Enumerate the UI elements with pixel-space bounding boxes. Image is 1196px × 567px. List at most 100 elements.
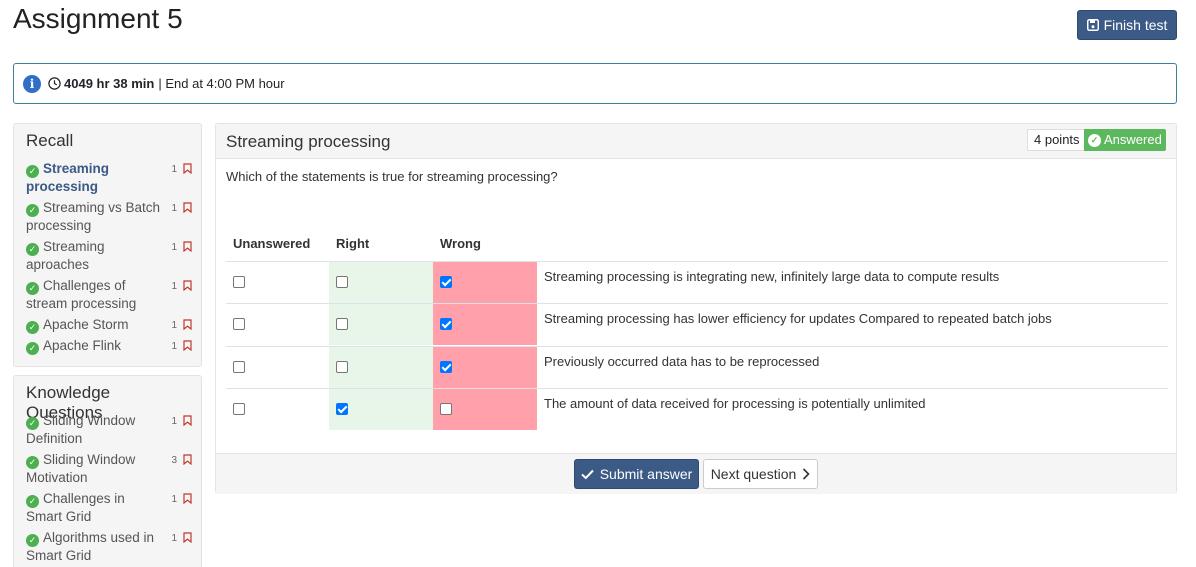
clock-icon	[48, 77, 61, 90]
check-circle-icon: ✓	[26, 203, 39, 217]
answer-row: Streaming processing has lower efficienc…	[226, 303, 1168, 345]
check-circle-icon: ✓	[26, 242, 39, 256]
answered-badge: ✓ Answered	[1084, 129, 1166, 151]
bookmark-icon[interactable]	[183, 319, 192, 330]
statement-text: The amount of data received for processi…	[544, 396, 926, 411]
question-footer: Submit answer Next question	[216, 453, 1176, 494]
unanswered-checkbox[interactable]	[233, 276, 245, 288]
right-checkbox[interactable]	[336, 276, 348, 288]
answer-row: Previously occurred data has to be repro…	[226, 346, 1168, 388]
check-circle-icon: ✓	[26, 320, 39, 334]
wrong-checkbox[interactable]	[440, 318, 452, 330]
checkmark-icon	[581, 469, 594, 479]
page-title: Assignment 5	[13, 3, 183, 34]
nav-item[interactable]: ✓ Apache Storm 1	[14, 316, 201, 334]
question-header: Streaming processing 4 points ✓ Answered	[216, 124, 1176, 159]
nav-item-label: Algorithms used in Smart Grid	[26, 530, 155, 563]
submit-answer-button[interactable]: Submit answer	[574, 459, 699, 489]
nav-item-label: Apache Storm	[43, 317, 129, 332]
check-circle-icon: ✓	[26, 341, 39, 355]
nav-item-label: Sliding Window Motivation	[26, 452, 136, 485]
answer-row: Streaming processing is integrating new,…	[226, 261, 1168, 303]
nav-item[interactable]: ✓ Streaming aproaches 1	[14, 238, 201, 274]
nav-item-count: 3	[171, 455, 177, 466]
nav-item[interactable]: ✓ Sliding Window Motivation 3	[14, 451, 201, 487]
finish-test-button[interactable]: Finish test	[1077, 10, 1177, 40]
nav-item[interactable]: ✓ Sliding Window Definition 1	[14, 412, 201, 448]
nav-item[interactable]: ✓ Apache Flink 1	[14, 337, 201, 355]
answered-label: Answered	[1104, 132, 1162, 147]
nav-item-count: 1	[171, 416, 177, 427]
check-circle-icon: ✓	[1088, 133, 1101, 147]
right-checkbox[interactable]	[336, 361, 348, 373]
points-badge: 4 points	[1027, 129, 1087, 151]
timer-bar: i 4049 hr 38 min | End at 4:00 PM hour	[13, 63, 1177, 104]
info-icon: i	[23, 74, 41, 93]
save-icon	[1086, 19, 1099, 31]
statement-text: Previously occurred data has to be repro…	[544, 354, 820, 369]
nav-item-count: 1	[171, 533, 177, 544]
nav-item-label: Challenges of stream processing	[26, 278, 137, 311]
check-circle-icon: ✓	[26, 416, 39, 430]
question-card: Streaming processing 4 points ✓ Answered…	[215, 123, 1177, 494]
right-checkbox[interactable]	[336, 403, 348, 415]
next-question-label: Next question	[710, 466, 797, 482]
column-wrong: Wrong	[440, 236, 481, 251]
nav-item-label: Streaming vs Batch processing	[26, 200, 161, 233]
nav-item[interactable]: ✓ Challenges of stream processing 1	[14, 277, 201, 313]
bookmark-icon[interactable]	[183, 532, 192, 543]
nav-item-count: 1	[171, 494, 177, 505]
bookmark-icon[interactable]	[183, 163, 192, 174]
nav-item-label: Apache Flink	[43, 338, 122, 353]
check-circle-icon: ✓	[26, 533, 39, 547]
chevron-right-icon	[803, 468, 810, 480]
bookmark-icon[interactable]	[183, 415, 192, 426]
bookmark-icon[interactable]	[183, 454, 192, 465]
right-checkbox[interactable]	[336, 318, 348, 330]
unanswered-checkbox[interactable]	[233, 318, 245, 330]
end-time: End at 4:00 PM hour	[165, 76, 285, 91]
nav-item-label: Sliding Window Definition	[26, 413, 136, 446]
question-text: Which of the statements is true for stre…	[226, 169, 558, 184]
wrong-checkbox[interactable]	[440, 361, 452, 373]
check-circle-icon: ✓	[26, 164, 39, 178]
knowledge-panel: Knowledge Questions ✓ Sliding Window Defi…	[13, 375, 202, 567]
wrong-checkbox[interactable]	[440, 276, 452, 288]
finish-test-label: Finish test	[1103, 17, 1168, 33]
nav-item[interactable]: ✓ Streaming vs Batch processing 1	[14, 199, 201, 235]
nav-item-count: 1	[171, 203, 177, 214]
bookmark-icon[interactable]	[183, 241, 192, 252]
question-title: Streaming processing	[226, 132, 391, 151]
bookmark-icon[interactable]	[183, 493, 192, 504]
nav-item-count: 1	[171, 341, 177, 352]
statement-text: Streaming processing is integrating new,…	[544, 269, 1000, 284]
nav-item-label: Streaming aproaches	[26, 239, 105, 272]
next-question-button[interactable]: Next question	[703, 459, 818, 489]
nav-item[interactable]: ✓ Challenges in Smart Grid 1	[14, 490, 201, 526]
bookmark-icon[interactable]	[183, 202, 192, 213]
check-circle-icon: ✓	[26, 281, 39, 295]
nav-item-count: 1	[171, 320, 177, 331]
bookmark-icon[interactable]	[183, 280, 192, 291]
wrong-checkbox[interactable]	[440, 403, 452, 415]
timer-separator: |	[158, 76, 162, 91]
statement-text: Streaming processing has lower efficienc…	[544, 311, 1052, 326]
knowledge-heading: Knowledge Questions	[26, 383, 111, 422]
nav-item[interactable]: ✓ Streaming processing 1	[14, 160, 201, 196]
unanswered-checkbox[interactable]	[233, 403, 245, 415]
nav-item[interactable]: ✓ Algorithms used in Smart Grid 1	[14, 529, 201, 565]
check-circle-icon: ✓	[26, 494, 39, 508]
recall-heading: Recall	[26, 131, 74, 150]
nav-item-count: 1	[171, 242, 177, 253]
nav-item-label: Streaming processing	[26, 161, 110, 194]
answer-row: The amount of data received for processi…	[226, 388, 1168, 430]
bookmark-icon[interactable]	[183, 340, 192, 351]
unanswered-checkbox[interactable]	[233, 361, 245, 373]
submit-answer-label: Submit answer	[599, 466, 693, 482]
nav-item-label: Challenges in Smart Grid	[26, 491, 125, 524]
time-remaining: 4049 hr 38 min	[64, 76, 155, 91]
nav-item-count: 1	[171, 281, 177, 292]
column-right: Right	[336, 236, 370, 251]
column-unanswered: Unanswered	[233, 236, 311, 251]
check-circle-icon: ✓	[26, 455, 39, 469]
